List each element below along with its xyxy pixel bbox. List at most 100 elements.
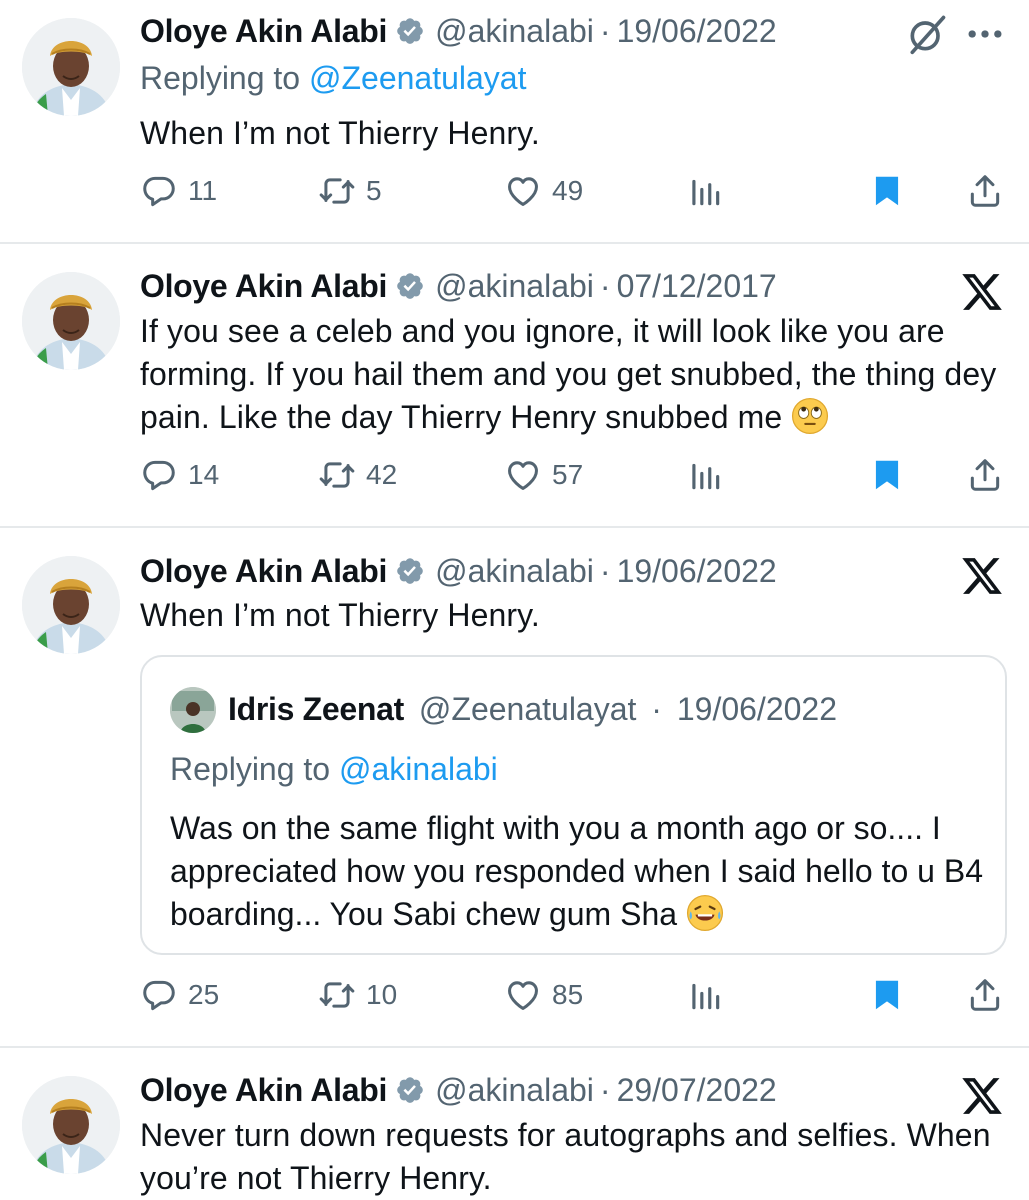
retweet-count: 5	[366, 175, 382, 206]
quoted-date[interactable]: 19/06/2022	[677, 691, 837, 727]
tweet-header: Oloye Akin Alabi @akinalabi · 29/07/2022	[140, 1074, 777, 1106]
author-handle[interactable]: @akinalabi	[435, 555, 594, 587]
like-count: 49	[552, 175, 584, 206]
reply-button[interactable]: 11	[140, 171, 217, 211]
quoted-tweet-card[interactable]: Idris Zeenat @Zeenatulayat · 19/06/2022 …	[140, 655, 1007, 955]
verified-badge-icon	[395, 1075, 425, 1105]
replying-to-label: Replying to	[170, 751, 339, 787]
separator-dot: ·	[599, 1072, 611, 1108]
tweet-text: When I’m not Thierry Henry.	[140, 597, 540, 633]
laughing-tears-emoji	[686, 894, 724, 932]
tweet-date[interactable]: 19/06/2022	[617, 555, 777, 587]
verified-badge-icon	[395, 556, 425, 586]
share-button[interactable]	[966, 455, 1004, 495]
retweet-count: 42	[366, 459, 398, 490]
share-icon	[966, 976, 1004, 1014]
like-button[interactable]: 85	[504, 975, 583, 1015]
reply-mention-link[interactable]: @akinalabi	[339, 751, 498, 787]
share-icon	[966, 172, 1004, 210]
retweet-icon	[318, 172, 356, 210]
tweet-header: Oloye Akin Alabi @akinalabi · 19/06/2022	[140, 15, 777, 47]
author-handle[interactable]: @akinalabi	[435, 270, 594, 302]
more-icon[interactable]	[963, 12, 1007, 56]
action-bar: 14 42 57	[140, 455, 1010, 495]
like-count: 85	[552, 979, 584, 1010]
separator-dot: ·	[599, 268, 611, 304]
quoted-text: Was on the same flight with you a month …	[170, 810, 983, 932]
bookmark-icon	[868, 456, 906, 494]
views-icon	[686, 456, 724, 494]
tweet-text: Never turn down requests for autographs …	[140, 1117, 991, 1196]
tweet-2[interactable]: Oloye Akin Alabi @akinalabi · 07/12/2017…	[0, 244, 1029, 526]
tweet-date[interactable]: 19/06/2022	[617, 15, 777, 47]
bookmark-button[interactable]	[868, 975, 906, 1015]
author-name[interactable]: Oloye Akin Alabi	[140, 555, 387, 587]
author-name[interactable]: Oloye Akin Alabi	[140, 1074, 387, 1106]
tweet-text: If you see a celeb and you ignore, it wi…	[140, 313, 997, 435]
replying-to-line: Replying to @Zeenatulayat	[140, 62, 526, 94]
quoted-avatar[interactable]	[170, 687, 216, 733]
share-button[interactable]	[966, 975, 1004, 1015]
retweet-icon	[318, 976, 356, 1014]
avatar[interactable]	[22, 1076, 120, 1174]
like-button[interactable]: 57	[504, 455, 583, 495]
bookmark-icon	[868, 172, 906, 210]
tweet-text-block: If you see a celeb and you ignore, it wi…	[140, 310, 1010, 439]
author-name[interactable]: Oloye Akin Alabi	[140, 15, 387, 47]
reply-icon	[140, 456, 178, 494]
action-bar: 11 5 49	[140, 171, 1010, 211]
views-button[interactable]	[686, 455, 724, 495]
views-button[interactable]	[686, 975, 724, 1015]
avatar[interactable]	[22, 556, 120, 654]
views-icon	[686, 172, 724, 210]
tweet-text: When I’m not Thierry Henry.	[140, 115, 540, 151]
like-button[interactable]: 49	[504, 171, 583, 211]
avatar[interactable]	[22, 272, 120, 370]
grok-icon[interactable]	[905, 12, 949, 56]
x-logo-icon	[960, 554, 1004, 598]
retweet-button[interactable]: 10	[318, 975, 397, 1015]
separator-dot: ·	[599, 13, 611, 49]
reply-count: 25	[188, 979, 220, 1010]
quoted-author-handle[interactable]: @Zeenatulayat	[419, 691, 637, 727]
bookmark-icon	[868, 976, 906, 1014]
views-button[interactable]	[686, 171, 724, 211]
reply-button[interactable]: 25	[140, 975, 219, 1015]
verified-badge-icon	[395, 16, 425, 46]
tweet-date[interactable]: 07/12/2017	[617, 270, 777, 302]
tweet-4[interactable]: Oloye Akin Alabi @akinalabi · 29/07/2022…	[0, 1048, 1029, 1200]
reply-mention-link[interactable]: @Zeenatulayat	[309, 60, 527, 96]
retweet-count: 10	[366, 979, 398, 1010]
quoted-text-block: Was on the same flight with you a month …	[170, 807, 990, 936]
tweet-header: Oloye Akin Alabi @akinalabi · 19/06/2022	[140, 555, 777, 587]
reply-button[interactable]: 14	[140, 455, 219, 495]
share-icon	[966, 456, 1004, 494]
reply-count: 14	[188, 459, 220, 490]
tweet-date[interactable]: 29/07/2022	[617, 1074, 777, 1106]
bookmark-button[interactable]	[868, 171, 906, 211]
share-button[interactable]	[966, 171, 1004, 211]
replying-to-label: Replying to	[140, 60, 309, 96]
avatar[interactable]	[22, 18, 120, 116]
x-logo-icon	[960, 270, 1004, 314]
reply-count: 11	[188, 175, 218, 206]
author-handle[interactable]: @akinalabi	[435, 1074, 594, 1106]
quoted-replying-to-line: Replying to @akinalabi	[170, 753, 498, 785]
action-bar: 25 10 85	[140, 975, 1010, 1015]
separator-dot: ·	[599, 553, 611, 589]
views-icon	[686, 976, 724, 1014]
verified-badge-icon	[395, 271, 425, 301]
tweet-header: Oloye Akin Alabi @akinalabi · 07/12/2017	[140, 270, 777, 302]
tweet-1[interactable]: Oloye Akin Alabi @akinalabi · 19/06/2022…	[0, 0, 1029, 242]
author-handle[interactable]: @akinalabi	[435, 15, 594, 47]
retweet-button[interactable]: 5	[318, 171, 382, 211]
eye-roll-emoji	[791, 397, 829, 435]
quoted-author-name[interactable]: Idris Zeenat	[228, 691, 404, 727]
author-name[interactable]: Oloye Akin Alabi	[140, 270, 387, 302]
like-count: 57	[552, 459, 584, 490]
reply-icon	[140, 172, 178, 210]
x-logo-icon	[960, 1074, 1004, 1118]
bookmark-button[interactable]	[868, 455, 906, 495]
quoted-header: Idris Zeenat @Zeenatulayat · 19/06/2022	[228, 693, 837, 725]
retweet-button[interactable]: 42	[318, 455, 397, 495]
